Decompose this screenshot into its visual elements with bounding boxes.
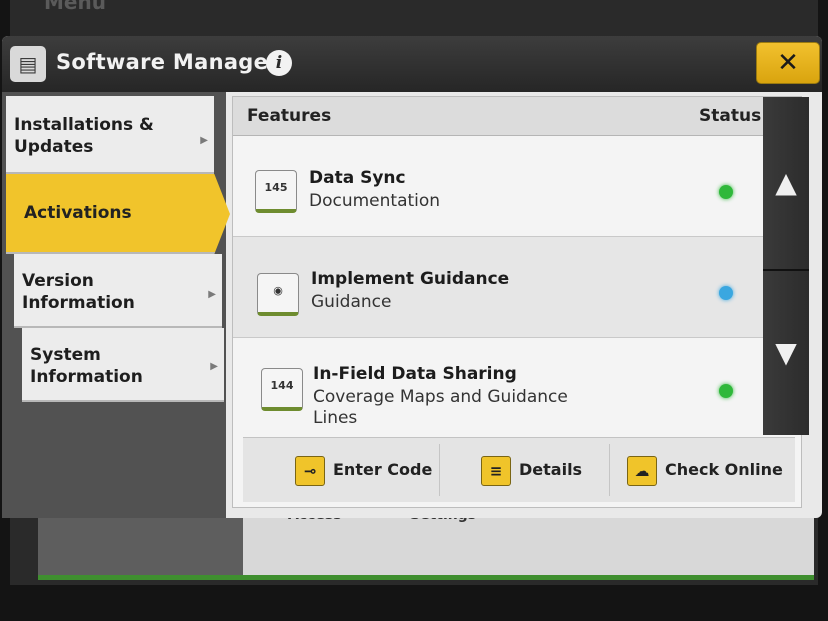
sidebar-item-system-information[interactable]: System Information ▶ bbox=[22, 328, 224, 402]
sidebar-item-version-information[interactable]: Version Information ▶ bbox=[14, 254, 222, 328]
chevron-right-icon: ▶ bbox=[200, 135, 208, 146]
cloud-download-icon: ☁ bbox=[627, 456, 657, 486]
title-bar: ▤ Software Manager i ✕ bbox=[2, 36, 822, 92]
feature-title: Implement Guidance bbox=[311, 269, 510, 289]
close-icon: ✕ bbox=[777, 48, 799, 78]
sidebar-item-activations[interactable]: Activations bbox=[6, 174, 230, 254]
features-table-header: Features Status bbox=[233, 97, 763, 136]
divider bbox=[439, 444, 440, 496]
counter-icon: 145 bbox=[255, 170, 297, 213]
details-label: Details bbox=[519, 460, 583, 479]
divider bbox=[609, 444, 610, 496]
action-bar: ⊸ Enter Code ≡ Details ☁ Check Online bbox=[243, 437, 795, 502]
background-menu-label: Menu bbox=[44, 0, 106, 14]
check-online-label: Check Online bbox=[665, 460, 783, 479]
sidebar-item-installations-updates[interactable]: Installations & Updates ▶ bbox=[6, 96, 214, 174]
info-icon[interactable]: i bbox=[266, 50, 292, 76]
features-list: 145 Data Sync Documentation ◉ Implement … bbox=[233, 136, 763, 436]
feature-title: Data Sync bbox=[309, 168, 406, 188]
list-item-data-sync[interactable]: 145 Data Sync Documentation bbox=[233, 136, 763, 237]
sidebar-item-label: Version Information bbox=[22, 271, 135, 313]
list-item-implement-guidance[interactable]: ◉ Implement Guidance Guidance bbox=[233, 237, 763, 338]
status-indicator bbox=[719, 286, 733, 300]
feature-subtitle: Documentation bbox=[309, 191, 441, 211]
status-column-header: Status bbox=[699, 106, 762, 126]
scroll-up-button[interactable]: ▲ bbox=[763, 97, 809, 271]
software-manager-icon: ▤ bbox=[10, 46, 46, 82]
arrow-up-icon: ▲ bbox=[775, 166, 797, 199]
status-indicator bbox=[719, 384, 733, 398]
list-item-in-field-data-sharing[interactable]: 144 In-Field Data Sharing Coverage Maps … bbox=[233, 338, 763, 436]
feature-subtitle: Guidance bbox=[311, 292, 392, 312]
chevron-right-icon: ▶ bbox=[210, 361, 218, 372]
implement-guidance-icon: ◉ bbox=[257, 273, 299, 316]
dialog-title: Software Manager bbox=[56, 50, 279, 74]
scroll-down-button[interactable]: ▼ bbox=[763, 271, 809, 435]
feature-title: In-Field Data Sharing bbox=[313, 364, 517, 384]
sidebar-nav: Installations & Updates ▶ Activations Ve… bbox=[2, 92, 230, 518]
sidebar-item-label: System Information bbox=[30, 345, 143, 387]
sidebar-item-label: Installations & Updates bbox=[14, 115, 154, 157]
key-icon: ⊸ bbox=[295, 456, 325, 486]
status-indicator bbox=[719, 185, 733, 199]
feature-subtitle: Coverage Maps and Guidance Lines bbox=[313, 387, 568, 428]
sidebar-item-label: Activations bbox=[24, 203, 132, 223]
features-column-header: Features bbox=[247, 106, 332, 126]
software-manager-dialog: ▤ Software Manager i ✕ Installations & U… bbox=[2, 36, 822, 518]
chevron-right-icon: ▶ bbox=[208, 289, 216, 300]
counter-icon: 144 bbox=[261, 368, 303, 411]
features-panel: Features Status 145 Data Sync Documentat… bbox=[232, 96, 809, 508]
close-button[interactable]: ✕ bbox=[756, 42, 820, 84]
document-icon: ≡ bbox=[481, 456, 511, 486]
enter-code-label: Enter Code bbox=[333, 460, 433, 479]
arrow-down-icon: ▼ bbox=[775, 336, 797, 369]
